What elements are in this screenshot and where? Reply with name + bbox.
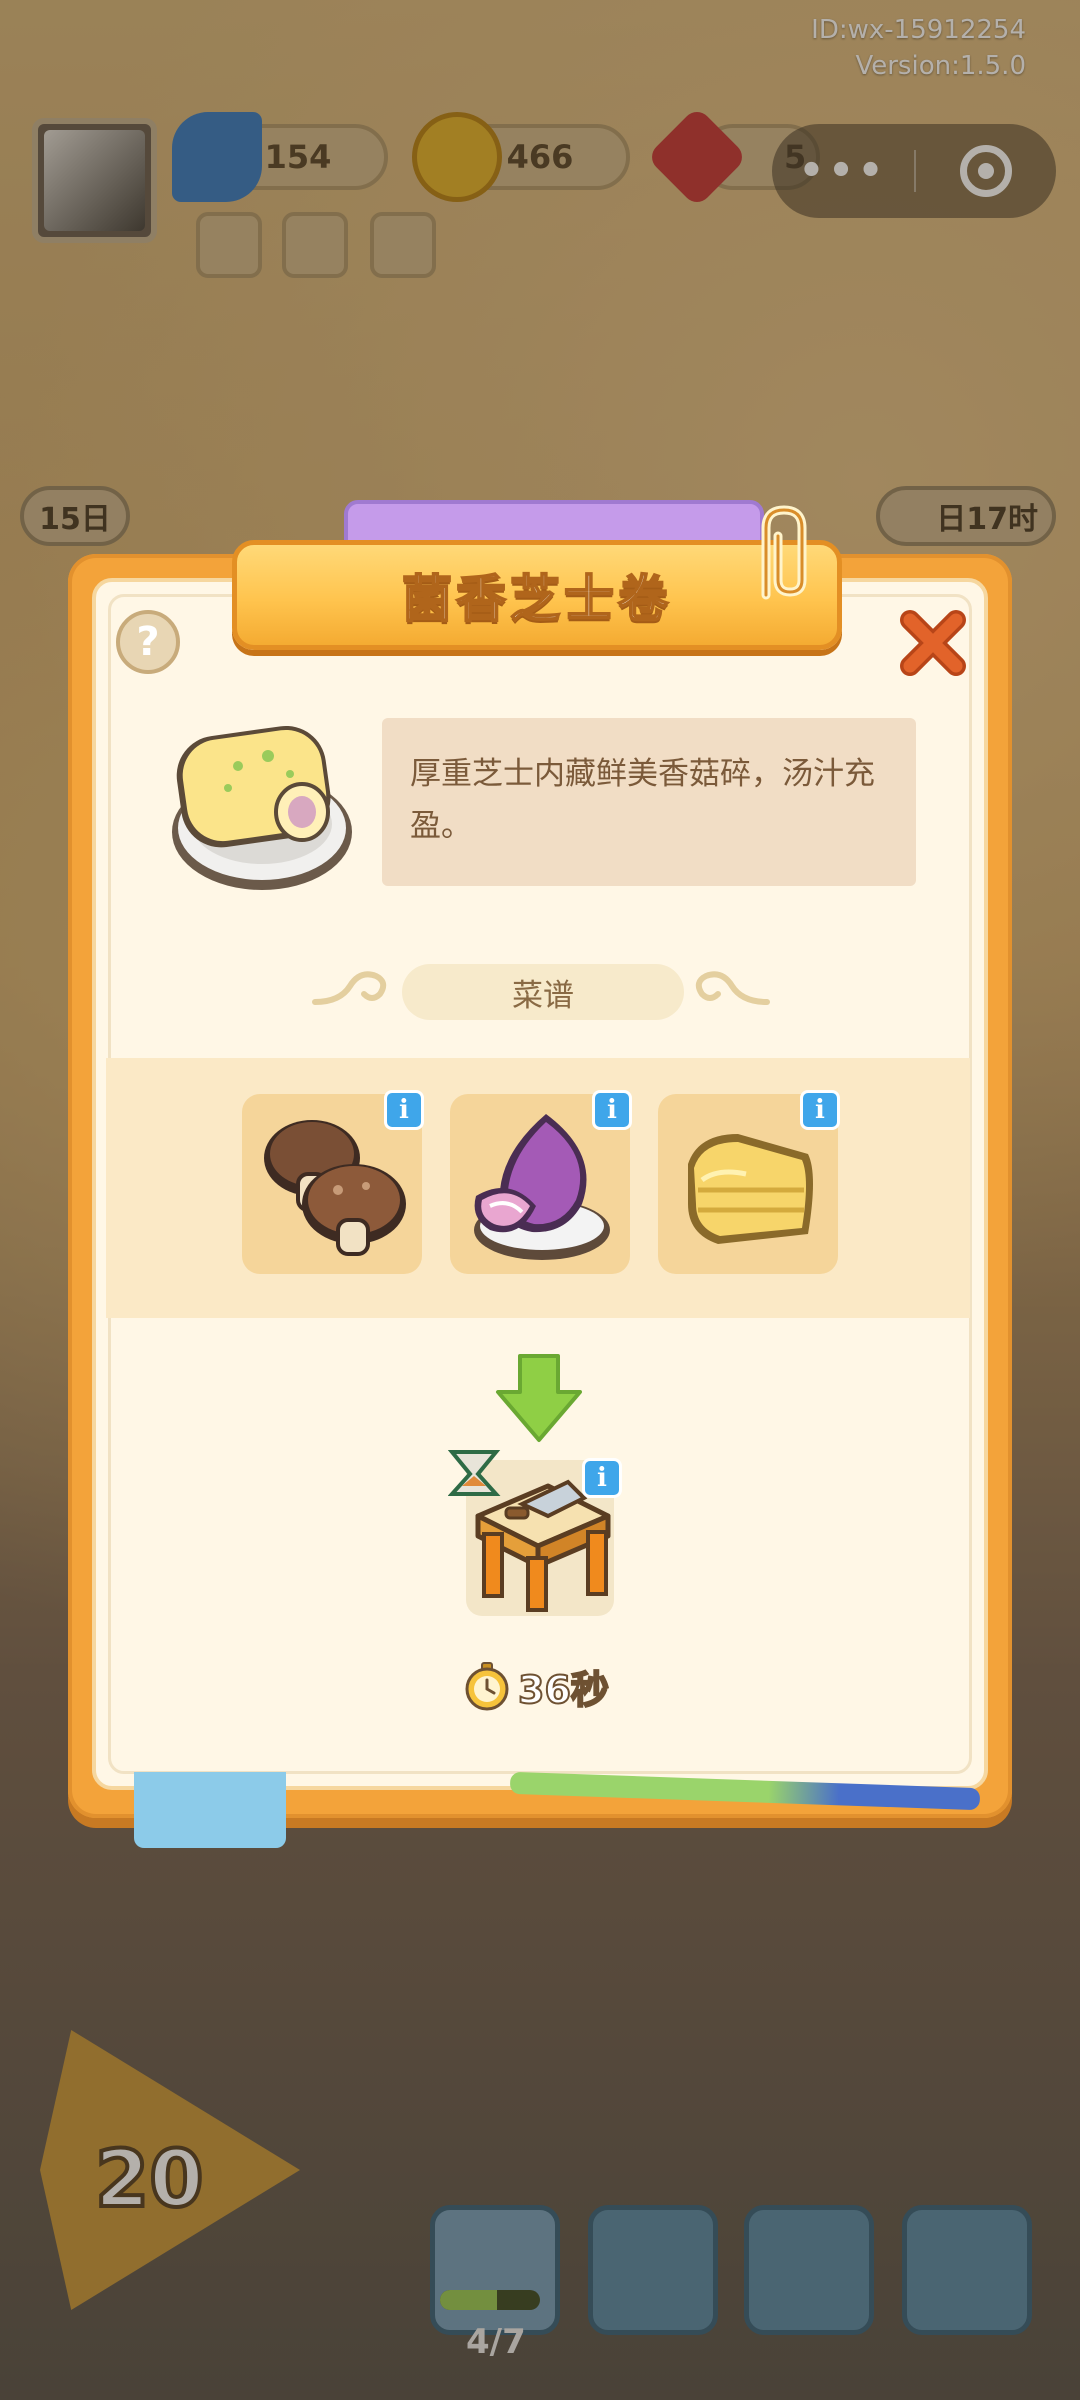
- close-button[interactable]: [896, 606, 970, 680]
- dialog-title: 菌香芝士卷: [401, 569, 672, 629]
- left-swirl-ornament: [312, 971, 387, 1005]
- recipe-section-title: 菜谱: [402, 964, 684, 1020]
- paperclip-icon: [761, 505, 807, 600]
- question-icon: ?: [136, 619, 160, 665]
- cook-time-value: 36秒: [517, 1667, 610, 1713]
- blue-ribbon-decoration: [134, 1772, 286, 1848]
- onion-info-button[interactable]: i: [592, 1090, 632, 1130]
- cheese-roll-dish-icon: [172, 725, 352, 890]
- help-button[interactable]: ?: [116, 610, 180, 674]
- mushroom-info-button[interactable]: i: [384, 1090, 424, 1130]
- cook-time: 36秒: [462, 1660, 610, 1713]
- station-info-button[interactable]: i: [582, 1458, 622, 1498]
- right-swirl-ornament: [695, 971, 770, 1005]
- arrow-down-icon: [496, 1354, 582, 1442]
- dish-description: 厚重芝士内藏鲜美香菇碎，汤汁充盈。: [382, 718, 916, 886]
- stopwatch-icon: [465, 1662, 509, 1711]
- cheese-info-button[interactable]: i: [800, 1090, 840, 1130]
- close-icon: [900, 610, 966, 676]
